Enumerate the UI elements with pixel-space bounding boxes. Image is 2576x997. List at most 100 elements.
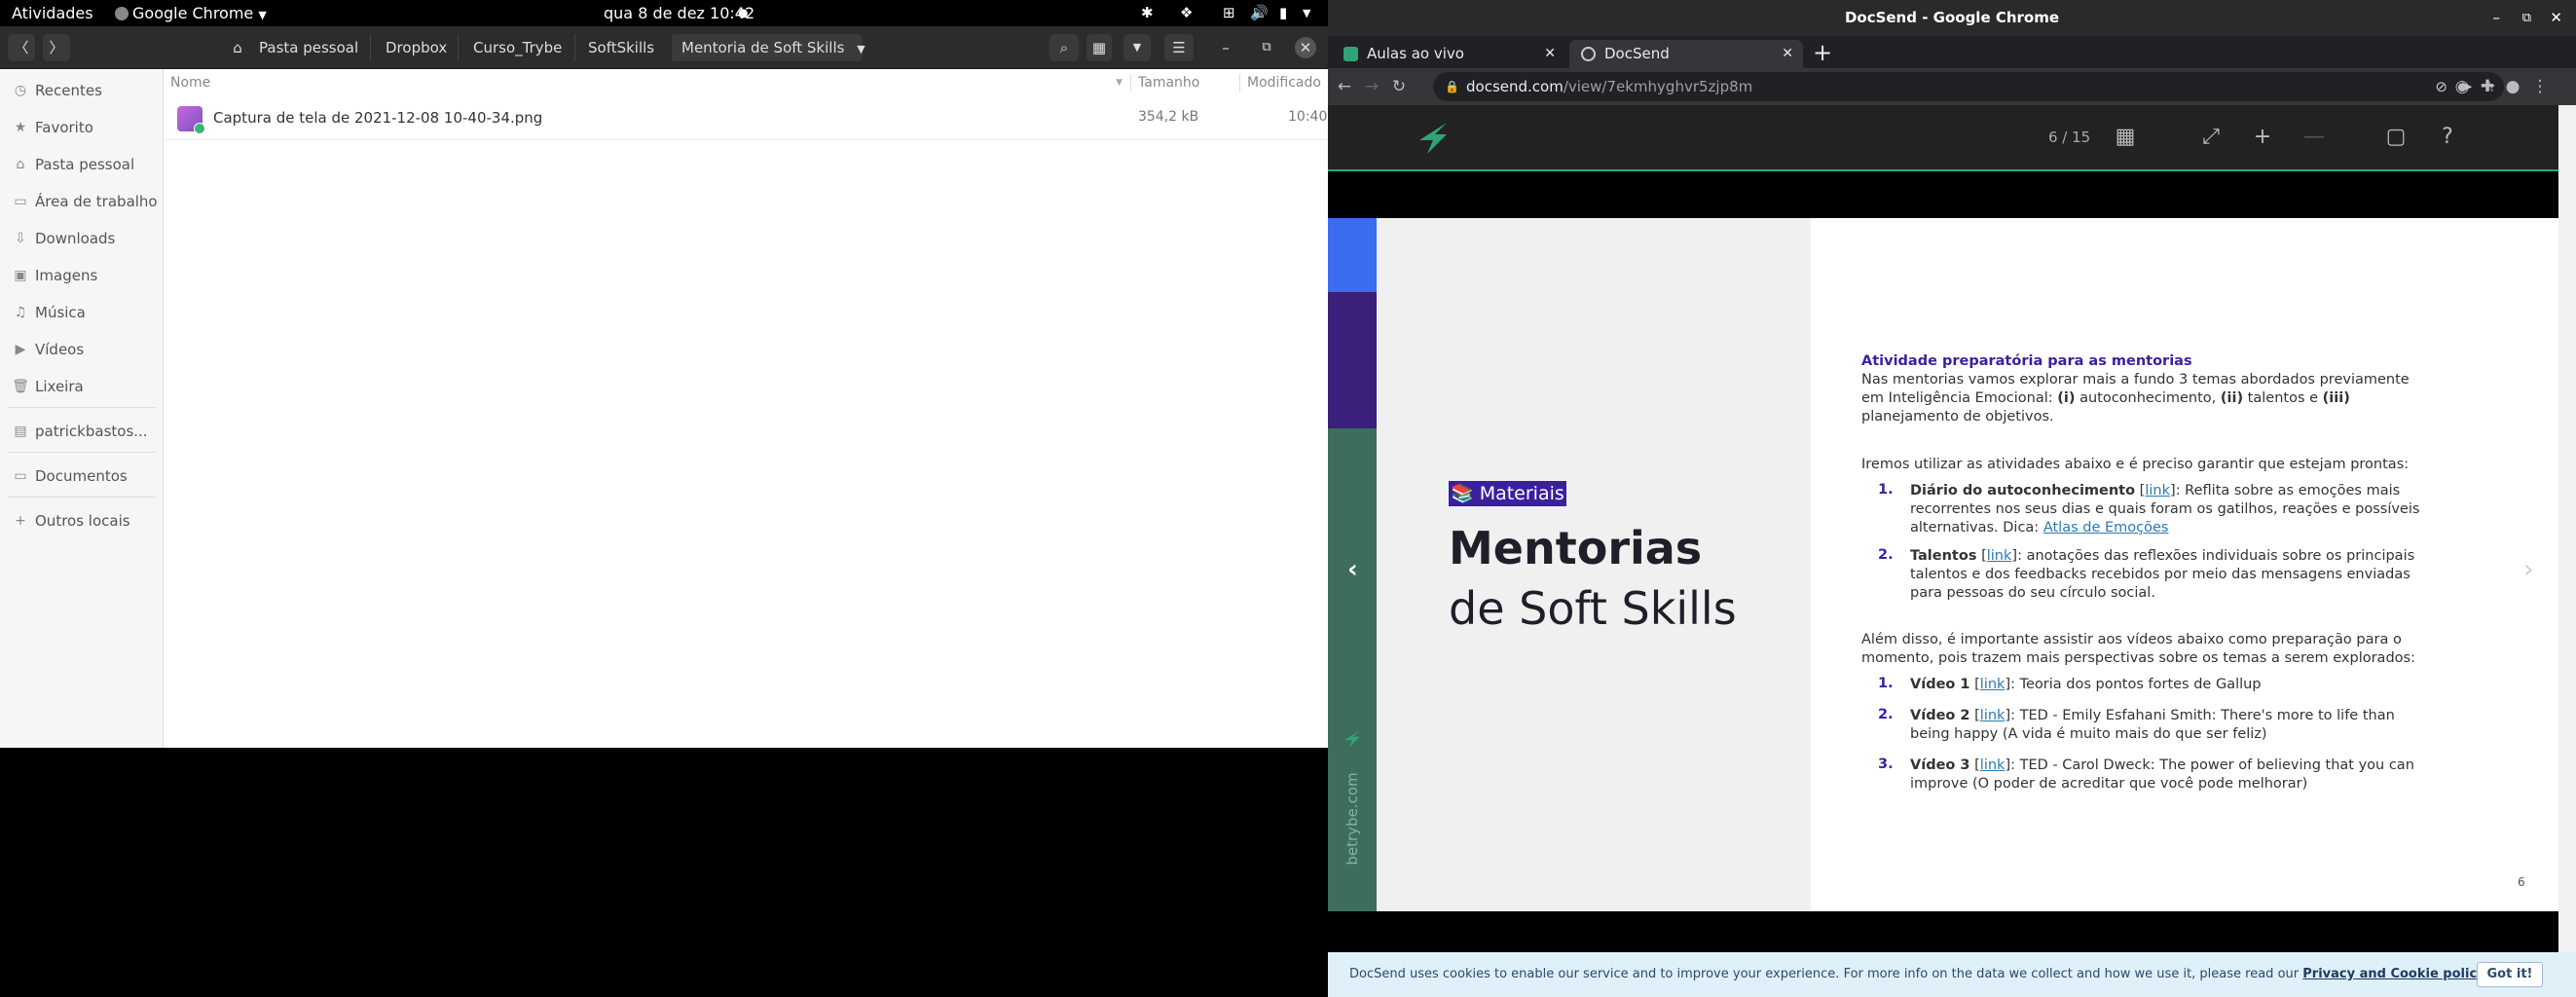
tab-docsend[interactable]: DocSend ✕ xyxy=(1569,40,1803,68)
check-badge-icon xyxy=(194,123,205,134)
item-text: : TED - Emily Esfahani Smith: There's mo… xyxy=(2010,708,2395,723)
column-header-modified[interactable]: Modificado xyxy=(1247,70,1325,95)
close-button[interactable]: ✕ xyxy=(1295,37,1316,58)
table-row[interactable]: Captura de tela de 2021-12-08 10-40-34.p… xyxy=(165,97,1328,140)
sidebar-item-recentes[interactable]: ◷ Recentes xyxy=(0,74,164,107)
breadcrumb-softskills[interactable]: SoftSkills xyxy=(578,34,664,61)
item-title: Talentos xyxy=(1910,548,1977,564)
home-icon[interactable]: ⌂ xyxy=(226,34,249,61)
sidebar-item-lixeira[interactable]: 🗑 Lixeira xyxy=(0,370,164,403)
docsend-logo-icon[interactable] xyxy=(1414,119,1453,158)
link-anchor[interactable]: link xyxy=(1980,677,2006,692)
maximize-button[interactable]: ⧉ xyxy=(1256,34,1277,61)
menu-button[interactable]: ☰ xyxy=(1164,34,1194,61)
zoom-out-icon[interactable]: — xyxy=(2298,121,2331,154)
sidebar-item-label: Documentos xyxy=(35,467,128,485)
sidebar-item-favorito[interactable]: ★ Favorito xyxy=(0,111,164,144)
minimize-icon[interactable]: – xyxy=(2493,0,2501,36)
link-anchor[interactable]: link xyxy=(2145,483,2170,498)
zoom-in-icon[interactable]: + xyxy=(2246,121,2279,154)
drive-icon: ▤ xyxy=(14,424,27,439)
view-options-button[interactable]: ▼ xyxy=(1123,34,1151,61)
close-icon[interactable]: ✕ xyxy=(2550,0,2562,36)
sidebar-item-area-de-trabalho[interactable]: ▭ Área de trabalho xyxy=(0,185,164,218)
sidebar-item-outros-locais[interactable]: + Outros locais xyxy=(0,504,164,537)
back-button[interactable]: 〈 xyxy=(8,34,35,61)
search-button[interactable]: ⌕ xyxy=(1049,34,1079,61)
trybe-logo-icon xyxy=(1344,730,1360,748)
profile-avatar[interactable]: ● xyxy=(2500,68,2525,105)
activity-heading: Atividade preparatória para as mentorias xyxy=(1861,353,2192,369)
page-counter: 6 / 15 xyxy=(2048,129,2091,146)
close-tab-icon[interactable]: ✕ xyxy=(1544,40,1556,68)
file-name: Captura de tela de 2021-12-08 10-40-34.p… xyxy=(213,109,543,127)
breadcrumb-dropbox[interactable]: Dropbox xyxy=(376,34,457,61)
eye-off-icon[interactable]: ⊘ xyxy=(2435,72,2447,101)
tab-aulas-ao-vivo[interactable]: Aulas ao vivo ✕ xyxy=(1332,40,1565,68)
kebab-menu-icon[interactable]: ⋮ xyxy=(2527,68,2553,105)
videos-intro: Além disso, é importante assistir aos ví… xyxy=(1861,631,2523,668)
sidebar-item-musica[interactable]: ♫ Música xyxy=(0,296,164,329)
volume-icon[interactable]: 🔊 xyxy=(1250,0,1269,26)
breadcrumb-pasta-pessoal[interactable]: Pasta pessoal xyxy=(249,34,368,61)
battery-icon[interactable]: ▮ xyxy=(1279,0,1287,26)
column-header-name[interactable]: Nome ▼ xyxy=(170,70,1124,95)
forward-button[interactable]: 〉 xyxy=(43,34,70,61)
sidebar-item-downloads[interactable]: ⇩ Downloads xyxy=(0,222,164,255)
next-page-arrow[interactable]: › xyxy=(2523,555,2533,584)
sidebar-divider xyxy=(8,497,156,498)
breadcrumb-mentoria-label: Mentoria de Soft Skills xyxy=(681,39,845,56)
view-grid-button[interactable]: ▦ xyxy=(1086,34,1112,61)
sidebar-item-label: Imagens xyxy=(35,267,98,284)
breadcrumb-mentoria[interactable]: Mentoria de Soft Skills ▼ xyxy=(672,34,865,61)
extension-icon[interactable]: ◉ xyxy=(2449,68,2475,105)
search-icon: ⌕ xyxy=(1059,39,1069,56)
activities-intro: Iremos utilizar as atividades abaixo e é… xyxy=(1861,457,2410,472)
extensions-puzzle-icon[interactable]: ✚ xyxy=(2475,68,2500,105)
atlas-link[interactable]: Atlas de Emoções xyxy=(2043,520,2169,535)
dropbox-tray-icon[interactable]: ❖ xyxy=(1180,0,1193,26)
sidebar-item-documentos[interactable]: ▭ Documentos xyxy=(0,460,164,493)
intro-line-1: Nas mentorias vamos explorar mais a fund… xyxy=(1861,372,2410,388)
breadcrumb-curso-trybe[interactable]: Curso_Trybe xyxy=(463,34,571,61)
sidebar-item-pasta-pessoal[interactable]: ⌂ Pasta pessoal xyxy=(0,148,164,181)
restore-icon[interactable]: ⧉ xyxy=(2522,0,2531,36)
clock[interactable]: qua 8 de dez 10:42 xyxy=(604,0,754,26)
prev-page-arrow[interactable]: ‹ xyxy=(1347,555,1358,584)
page-grid-icon[interactable]: ▦ xyxy=(2109,121,2142,154)
videos-intro-line: Além disso, é importante assistir aos ví… xyxy=(1861,632,2402,647)
reload-icon[interactable]: ↻ xyxy=(1386,68,1412,105)
intro-text: autoconhecimento, xyxy=(2075,390,2221,406)
link-anchor[interactable]: link xyxy=(1987,548,2012,564)
activities-button[interactable]: Atividades xyxy=(12,0,93,26)
roman-iii: (iii) xyxy=(2322,390,2350,406)
sidebar-item-label: Downloads xyxy=(35,230,116,247)
sidebar-item-videos[interactable]: ▶ Vídeos xyxy=(0,333,164,366)
back-arrow-icon[interactable]: ← xyxy=(1332,68,1357,105)
close-tab-icon[interactable]: ✕ xyxy=(1782,40,1793,68)
network-icon[interactable]: ⊞ xyxy=(1223,0,1235,26)
privacy-policy-link[interactable]: Privacy and Cookie policies. xyxy=(2302,967,2502,981)
lock-icon: 🔒 xyxy=(1445,80,1459,93)
system-menu-caret-icon[interactable]: ▼ xyxy=(1303,0,1310,26)
address-bar[interactable]: 🔒 docsend.com/view/7ekmhyghvr5zjp8m ⊘ ➤ … xyxy=(1433,72,2504,101)
slide-subtitle: de Soft Skills xyxy=(1449,582,1737,635)
cookie-accept-button[interactable]: Got it! xyxy=(2477,962,2543,987)
link-anchor[interactable]: link xyxy=(1980,757,2006,773)
link-anchor[interactable]: link xyxy=(1980,708,2006,723)
new-tab-button[interactable]: + xyxy=(1813,38,1832,67)
item-text: : TED - Carol Dweck: The power of believ… xyxy=(2010,757,2414,773)
slack-tray-icon[interactable]: ✱ xyxy=(1141,0,1154,26)
fullscreen-icon[interactable]: ⤢ xyxy=(2194,121,2227,154)
help-icon[interactable]: ? xyxy=(2431,121,2464,154)
app-menu[interactable]: Google Chrome ▼ xyxy=(115,0,267,26)
comment-icon[interactable]: ▢ xyxy=(2379,121,2412,154)
page-scrollbar[interactable] xyxy=(2558,105,2576,952)
column-separator xyxy=(1130,74,1131,92)
column-header-size[interactable]: Tamanho xyxy=(1138,70,1235,95)
sidebar-item-network-drive[interactable]: ▤ patrickbastos... xyxy=(0,415,164,448)
list-item-line: recorrentes nos seus dias e quais foram … xyxy=(1910,501,2420,517)
sidebar-item-imagens[interactable]: ▣ Imagens xyxy=(0,259,164,292)
forward-arrow-icon[interactable]: → xyxy=(1359,68,1384,105)
minimize-button[interactable]: – xyxy=(1215,34,1236,61)
